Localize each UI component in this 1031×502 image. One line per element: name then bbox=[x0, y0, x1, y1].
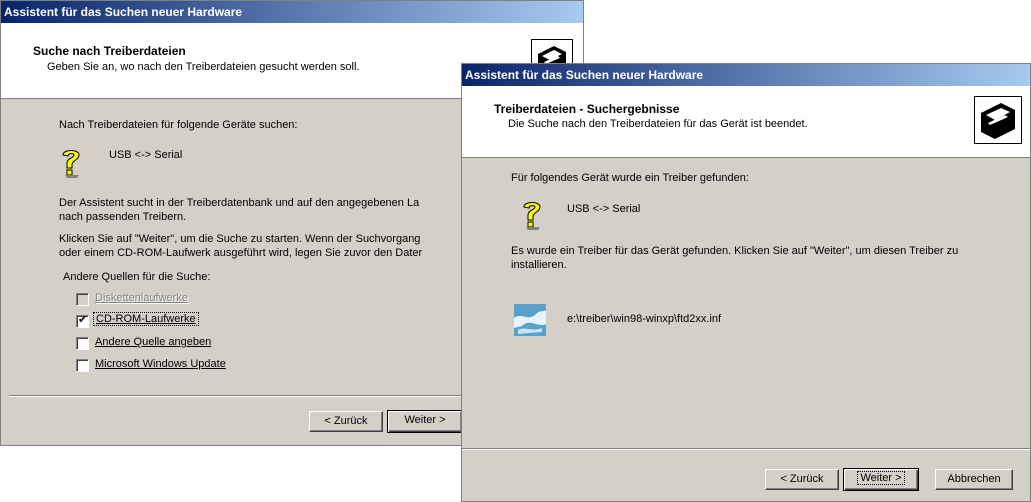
checkmark-icon: ✔ bbox=[78, 314, 88, 326]
description-line: Es wurde ein Treiber für das Gerät gefun… bbox=[511, 245, 959, 257]
description-line: installieren. bbox=[511, 259, 567, 271]
unknown-device-icon bbox=[57, 146, 85, 178]
inf-file-path: e:\treiber\win98-winxp\ftd2xx.inf bbox=[567, 313, 722, 325]
description-line: Klicken Sie auf "Weiter", um die Suche z… bbox=[59, 233, 421, 245]
device-name: USB <-> Serial bbox=[567, 203, 641, 215]
title-bar[interactable]: Assistent für das Suchen neuer Hardware bbox=[462, 64, 1030, 86]
description-line: nach passenden Treibern. bbox=[59, 211, 187, 223]
hardware-wizard-icon bbox=[974, 96, 1022, 144]
checkbox-cdrom[interactable]: ✔ bbox=[76, 314, 89, 328]
checkbox-floppy bbox=[76, 293, 89, 306]
cancel-button[interactable]: Abbrechen bbox=[935, 469, 1013, 490]
prompt-text: Nach Treiberdateien für folgende Geräte … bbox=[59, 119, 298, 131]
checkbox-windows-update[interactable] bbox=[76, 359, 89, 372]
description-line: oder einem CD-ROM-Laufwerk ausgeführt wi… bbox=[59, 247, 423, 259]
next-button[interactable]: Weiter > bbox=[387, 410, 463, 433]
back-button[interactable]: < Zurück bbox=[309, 411, 383, 432]
wizard-window-results: Assistent für das Suchen neuer Hardware … bbox=[461, 63, 1031, 502]
checkbox-other-source[interactable] bbox=[76, 337, 89, 350]
footer-divider bbox=[462, 448, 1030, 450]
next-button[interactable]: Weiter > bbox=[843, 468, 919, 491]
inf-file-icon bbox=[514, 304, 546, 336]
header-title: Suche nach Treiberdateien bbox=[33, 44, 186, 58]
sources-label: Andere Quellen für die Suche: bbox=[63, 271, 211, 283]
device-name: USB <-> Serial bbox=[109, 149, 183, 161]
back-button[interactable]: < Zurück bbox=[765, 469, 839, 490]
header-title: Treiberdateien - Suchergebnisse bbox=[494, 102, 680, 116]
description-line: Der Assistent sucht in der Treiberdatenb… bbox=[59, 197, 420, 209]
unknown-device-icon bbox=[518, 198, 546, 230]
header-subtitle: Die Suche nach den Treiberdateien für da… bbox=[508, 118, 808, 130]
wizard-header: Treiberdateien - Suchergebnisse Die Such… bbox=[462, 86, 1030, 158]
checkbox-label: Diskettenlaufwerke bbox=[95, 292, 188, 304]
checkbox-label[interactable]: CD-ROM-Laufwerke bbox=[93, 312, 199, 326]
prompt-text: Für folgendes Gerät wurde ein Treiber ge… bbox=[511, 172, 749, 184]
checkbox-label[interactable]: Andere Quelle angeben bbox=[95, 336, 211, 348]
header-subtitle: Geben Sie an, wo nach den Treiberdateien… bbox=[47, 61, 360, 73]
title-bar[interactable]: Assistent für das Suchen neuer Hardware bbox=[1, 1, 583, 23]
checkbox-label[interactable]: Microsoft Windows Update bbox=[95, 358, 226, 370]
